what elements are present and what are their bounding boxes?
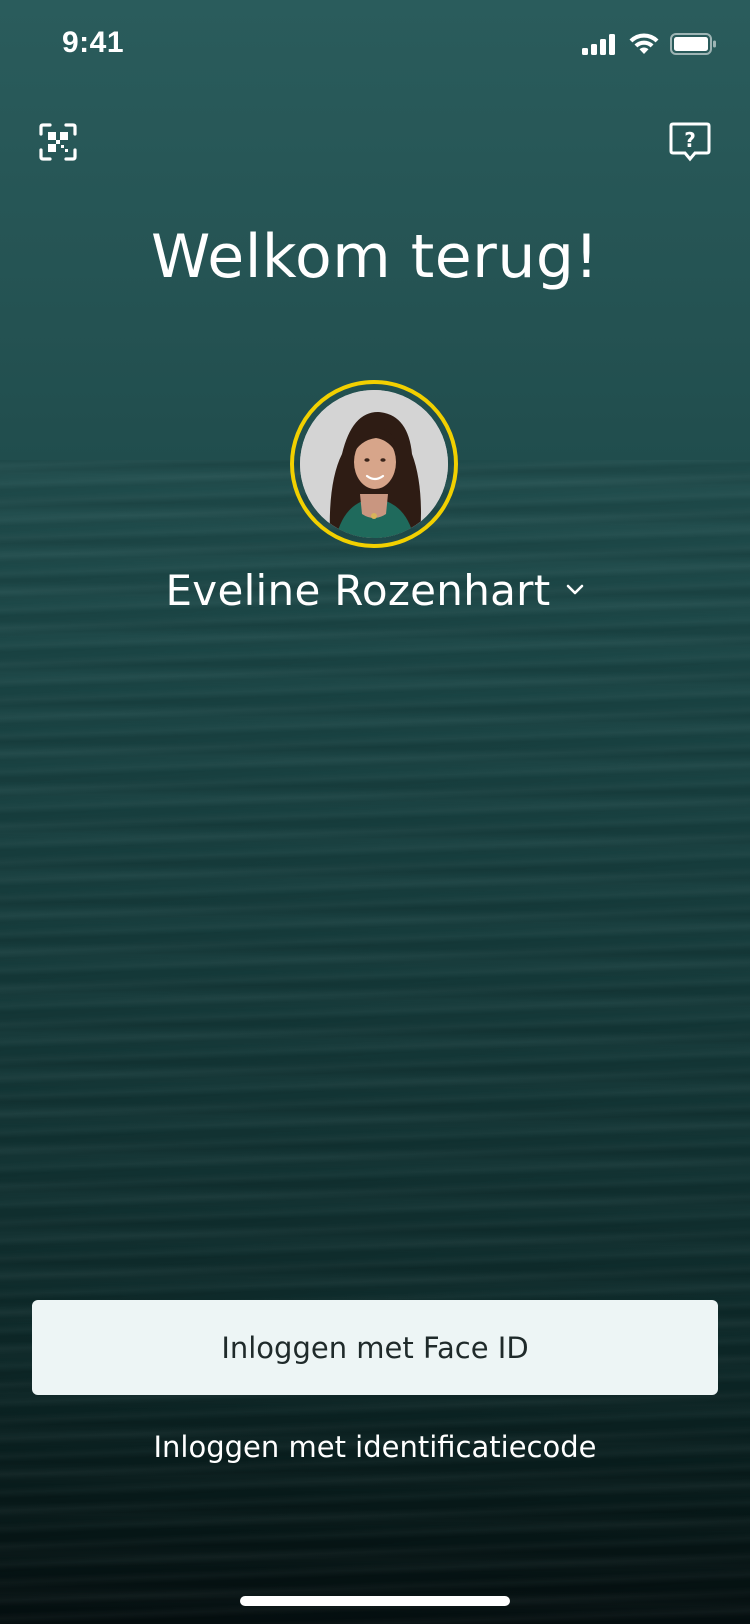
avatar[interactable] bbox=[290, 380, 458, 548]
login-screen: 9:41 ? Welkom terug! Eveline Rozenhart I… bbox=[0, 0, 750, 1624]
status-time: 9:41 bbox=[62, 26, 125, 59]
avatar-photo bbox=[300, 390, 448, 538]
user-selector[interactable]: Eveline Rozenhart bbox=[0, 566, 750, 615]
code-login-link[interactable]: Inloggen met identificatiecode bbox=[0, 1430, 750, 1464]
status-icons bbox=[582, 32, 718, 60]
help-chat-icon: ? bbox=[669, 121, 711, 167]
chevron-down-icon bbox=[565, 581, 585, 600]
svg-text:?: ? bbox=[684, 128, 696, 152]
welcome-title: Welkom terug! bbox=[150, 222, 599, 292]
home-indicator bbox=[240, 1596, 510, 1606]
battery-icon bbox=[670, 32, 718, 60]
help-button[interactable]: ? bbox=[668, 122, 712, 166]
qr-scan-button[interactable] bbox=[36, 122, 80, 166]
face-id-login-button[interactable]: Inloggen met Face ID bbox=[32, 1300, 718, 1395]
user-name: Eveline Rozenhart bbox=[165, 566, 551, 615]
wifi-icon bbox=[628, 32, 660, 60]
status-bar: 9:41 bbox=[0, 0, 750, 90]
cellular-signal-icon bbox=[582, 33, 618, 59]
qr-scan-icon bbox=[39, 123, 77, 165]
